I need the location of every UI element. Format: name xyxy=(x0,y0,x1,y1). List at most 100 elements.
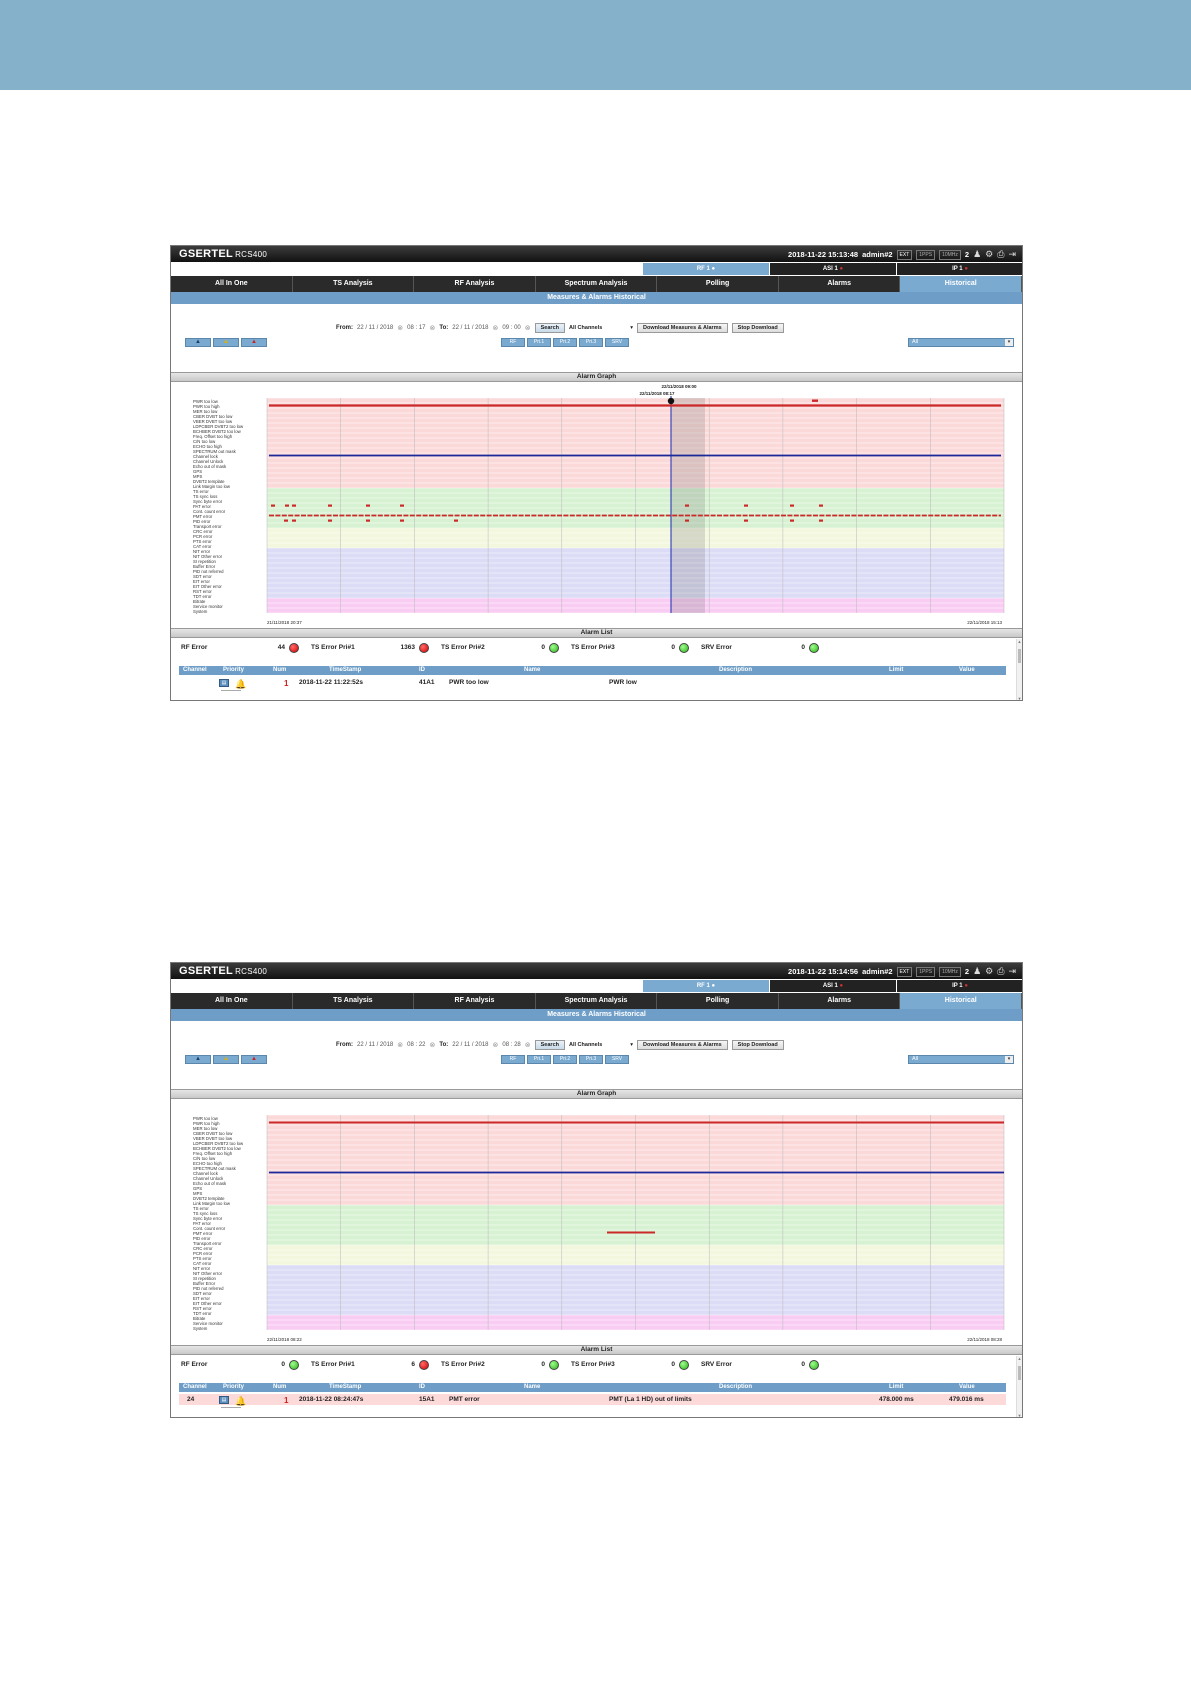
column-header[interactable]: Value xyxy=(959,667,975,673)
column-header[interactable]: Description xyxy=(719,667,752,673)
tab-spectrum-analysis[interactable]: Spectrum Analysis xyxy=(536,276,658,292)
users-icon[interactable]: ♟ xyxy=(973,249,981,260)
tab-rf-analysis[interactable]: RF Analysis xyxy=(414,993,536,1009)
filter-srv-button[interactable]: SRV xyxy=(605,1055,629,1064)
logout-icon[interactable]: ⇥ xyxy=(1008,966,1016,977)
filter-rf-button[interactable]: RF xyxy=(501,1055,525,1064)
column-header[interactable]: Limit xyxy=(889,667,903,673)
ack-red-icon[interactable]: ▲ xyxy=(241,1055,267,1064)
channel-select[interactable]: All Channels ▾ xyxy=(569,325,633,331)
tab-polling[interactable]: Polling xyxy=(657,993,779,1009)
column-header[interactable]: ID xyxy=(419,667,425,673)
to-time-field[interactable]: 09 : 00 xyxy=(502,325,520,331)
tab-ts-analysis[interactable]: TS Analysis xyxy=(293,993,415,1009)
column-header[interactable]: TimeStamp xyxy=(329,667,361,673)
channel-select[interactable]: All Channels ▾ xyxy=(569,1042,633,1048)
input-tab-rf1[interactable]: RF 1 ● xyxy=(643,980,769,992)
alarm-table-header: Channel Priority Num TimeStamp ID Name Descrip… xyxy=(179,666,1006,675)
column-header[interactable]: Priority xyxy=(223,667,244,673)
filter-pri1-button[interactable]: Pri.1 xyxy=(527,1055,551,1064)
column-header[interactable]: Limit xyxy=(889,1384,903,1390)
gear-icon[interactable]: ⚙ xyxy=(985,966,993,977)
filter-rf-button[interactable]: RF xyxy=(501,338,525,347)
ack-red-icon[interactable]: ▲ xyxy=(241,338,267,347)
ack-yellow-icon[interactable]: ▲ xyxy=(213,338,239,347)
users-icon[interactable]: ♟ xyxy=(973,966,981,977)
column-header[interactable]: Value xyxy=(959,1384,975,1390)
search-button[interactable]: Search xyxy=(534,1040,565,1050)
stop-download-button[interactable]: Stop Download xyxy=(731,323,784,333)
10mhz-indicator: 10MHz xyxy=(939,966,961,977)
print-icon[interactable]: ⎙ xyxy=(997,249,1004,260)
alarm-list-scrollbar[interactable]: ▲ ▼ xyxy=(1016,1356,1022,1417)
from-time-field[interactable]: 08 : 22 xyxy=(407,1042,425,1048)
search-button[interactable]: Search xyxy=(534,323,565,333)
tab-historical[interactable]: Historical xyxy=(900,276,1022,292)
column-header[interactable]: TimeStamp xyxy=(329,1384,361,1390)
column-header[interactable]: ID xyxy=(419,1384,425,1390)
column-header[interactable]: Description xyxy=(719,1384,752,1390)
from-time-field[interactable]: 08 : 17 xyxy=(407,325,425,331)
ack-blue-icon[interactable]: ▲ xyxy=(185,1055,211,1064)
clear-icon[interactable]: ⊗ xyxy=(397,324,403,332)
to-date-field[interactable]: 22 / 11 / 2018 xyxy=(452,1042,488,1048)
alarm-filter-select[interactable]: All ▾ xyxy=(908,338,1014,347)
clear-icon[interactable]: ⊗ xyxy=(397,1041,403,1049)
scroll-down-icon[interactable]: ▼ xyxy=(1017,1413,1022,1417)
filter-pri3-button[interactable]: Pri.3 xyxy=(579,338,603,347)
tab-historical[interactable]: Historical xyxy=(900,993,1022,1009)
tab-alarms[interactable]: Alarms xyxy=(779,993,901,1009)
input-tab-rf1[interactable]: RF 1 ● xyxy=(643,263,769,275)
filter-pri2-button[interactable]: Pri.2 xyxy=(553,1055,577,1064)
tab-alarms[interactable]: Alarms xyxy=(779,276,901,292)
column-header[interactable]: Num xyxy=(273,1384,286,1390)
print-icon[interactable]: ⎙ xyxy=(997,966,1004,977)
clear-icon[interactable]: ⊗ xyxy=(525,324,531,332)
column-header[interactable]: Name xyxy=(524,667,540,673)
scroll-up-icon[interactable]: ▲ xyxy=(1017,1356,1022,1361)
input-tab-asi1[interactable]: ASI 1 ● xyxy=(770,980,896,992)
column-header[interactable]: Num xyxy=(273,667,286,673)
to-date-field[interactable]: 22 / 11 / 2018 xyxy=(452,325,488,331)
filter-pri1-button[interactable]: Pri.1 xyxy=(527,338,551,347)
scroll-up-icon[interactable]: ▲ xyxy=(1017,639,1022,644)
clear-icon[interactable]: ⊗ xyxy=(430,324,436,332)
alarm-filter-select[interactable]: All ▾ xyxy=(908,1055,1014,1064)
column-header[interactable]: Channel xyxy=(183,1384,207,1390)
stop-download-button[interactable]: Stop Download xyxy=(731,1040,784,1050)
input-tab-ip1[interactable]: IP 1 ● xyxy=(897,263,1022,275)
ack-blue-icon[interactable]: ▲ xyxy=(185,338,211,347)
clear-icon[interactable]: ⊗ xyxy=(493,1041,499,1049)
tab-spectrum-analysis[interactable]: Spectrum Analysis xyxy=(536,993,658,1009)
logout-icon[interactable]: ⇥ xyxy=(1008,249,1016,260)
clear-icon[interactable]: ⊗ xyxy=(493,324,499,332)
column-header[interactable]: Channel xyxy=(183,667,207,673)
alarm-list-scrollbar[interactable]: ▲ ▼ xyxy=(1016,639,1022,700)
tab-all-in-one[interactable]: All In One xyxy=(171,276,293,292)
tab-polling[interactable]: Polling xyxy=(657,276,779,292)
download-button[interactable]: Download Measures & Alarms xyxy=(637,1040,728,1050)
download-button[interactable]: Download Measures & Alarms xyxy=(637,323,728,333)
filter-pri2-button[interactable]: Pri.2 xyxy=(553,338,577,347)
column-header[interactable]: Priority xyxy=(223,1384,244,1390)
scroll-down-icon[interactable]: ▼ xyxy=(1017,696,1022,700)
to-time-field[interactable]: 08 : 28 xyxy=(502,1042,520,1048)
filter-pri3-button[interactable]: Pri.3 xyxy=(579,1055,603,1064)
tab-rf-analysis[interactable]: RF Analysis xyxy=(414,276,536,292)
priority-info-icon[interactable]: ▤ xyxy=(219,1396,229,1404)
clear-icon[interactable]: ⊗ xyxy=(430,1041,436,1049)
from-date-field[interactable]: 22 / 11 / 2018 xyxy=(357,1042,393,1048)
ack-yellow-icon[interactable]: ▲ xyxy=(213,1055,239,1064)
input-tab-asi1[interactable]: ASI 1 ● xyxy=(770,263,896,275)
tab-all-in-one[interactable]: All In One xyxy=(171,993,293,1009)
gear-icon[interactable]: ⚙ xyxy=(985,249,993,260)
input-tab-ip1[interactable]: IP 1 ● xyxy=(897,980,1022,992)
priority-info-icon[interactable]: ▤ xyxy=(219,679,229,687)
tab-ts-analysis[interactable]: TS Analysis xyxy=(293,276,415,292)
from-date-field[interactable]: 22 / 11 / 2018 xyxy=(357,325,393,331)
table-row[interactable]: 24 1 2018-11-22 08:24:47s 15A1 PMT error PMT … xyxy=(179,1394,1006,1406)
table-row[interactable]: 1 2018-11-22 11:22:52s 41A1 PWR too low PWR … xyxy=(179,677,1006,689)
column-header[interactable]: Name xyxy=(524,1384,540,1390)
filter-srv-button[interactable]: SRV xyxy=(605,338,629,347)
clear-icon[interactable]: ⊗ xyxy=(525,1041,531,1049)
